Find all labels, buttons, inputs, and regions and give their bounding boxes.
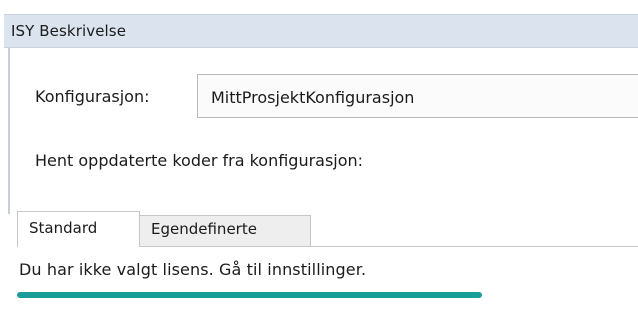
tab-standard-label: Standard [29,219,98,237]
configuration-selected-value: MittProsjektKonfigurasjon [211,88,415,107]
panel-left-border [8,48,10,214]
configuration-label: Konfigurasjon: [35,87,150,106]
isy-beskrivelse-panel: ISY Beskrivelse Konfigurasjon: MittProsj… [0,0,638,324]
tab-egendefinerte[interactable]: Egendefinerte [139,215,311,246]
license-message[interactable]: Du har ikke valgt lisens. Gå til innstil… [19,260,366,279]
fetch-updated-codes-label: Hent oppdaterte koder fra konfigurasjon: [35,151,364,170]
panel-title: ISY Beskrivelse [11,22,127,40]
configuration-select[interactable]: MittProsjektKonfigurasjon [197,74,638,118]
panel-titlebar: ISY Beskrivelse [4,14,638,48]
tab-egendefinerte-label: Egendefinerte [151,220,257,238]
highlight-underline [17,292,482,298]
tab-standard[interactable]: Standard [17,211,140,247]
